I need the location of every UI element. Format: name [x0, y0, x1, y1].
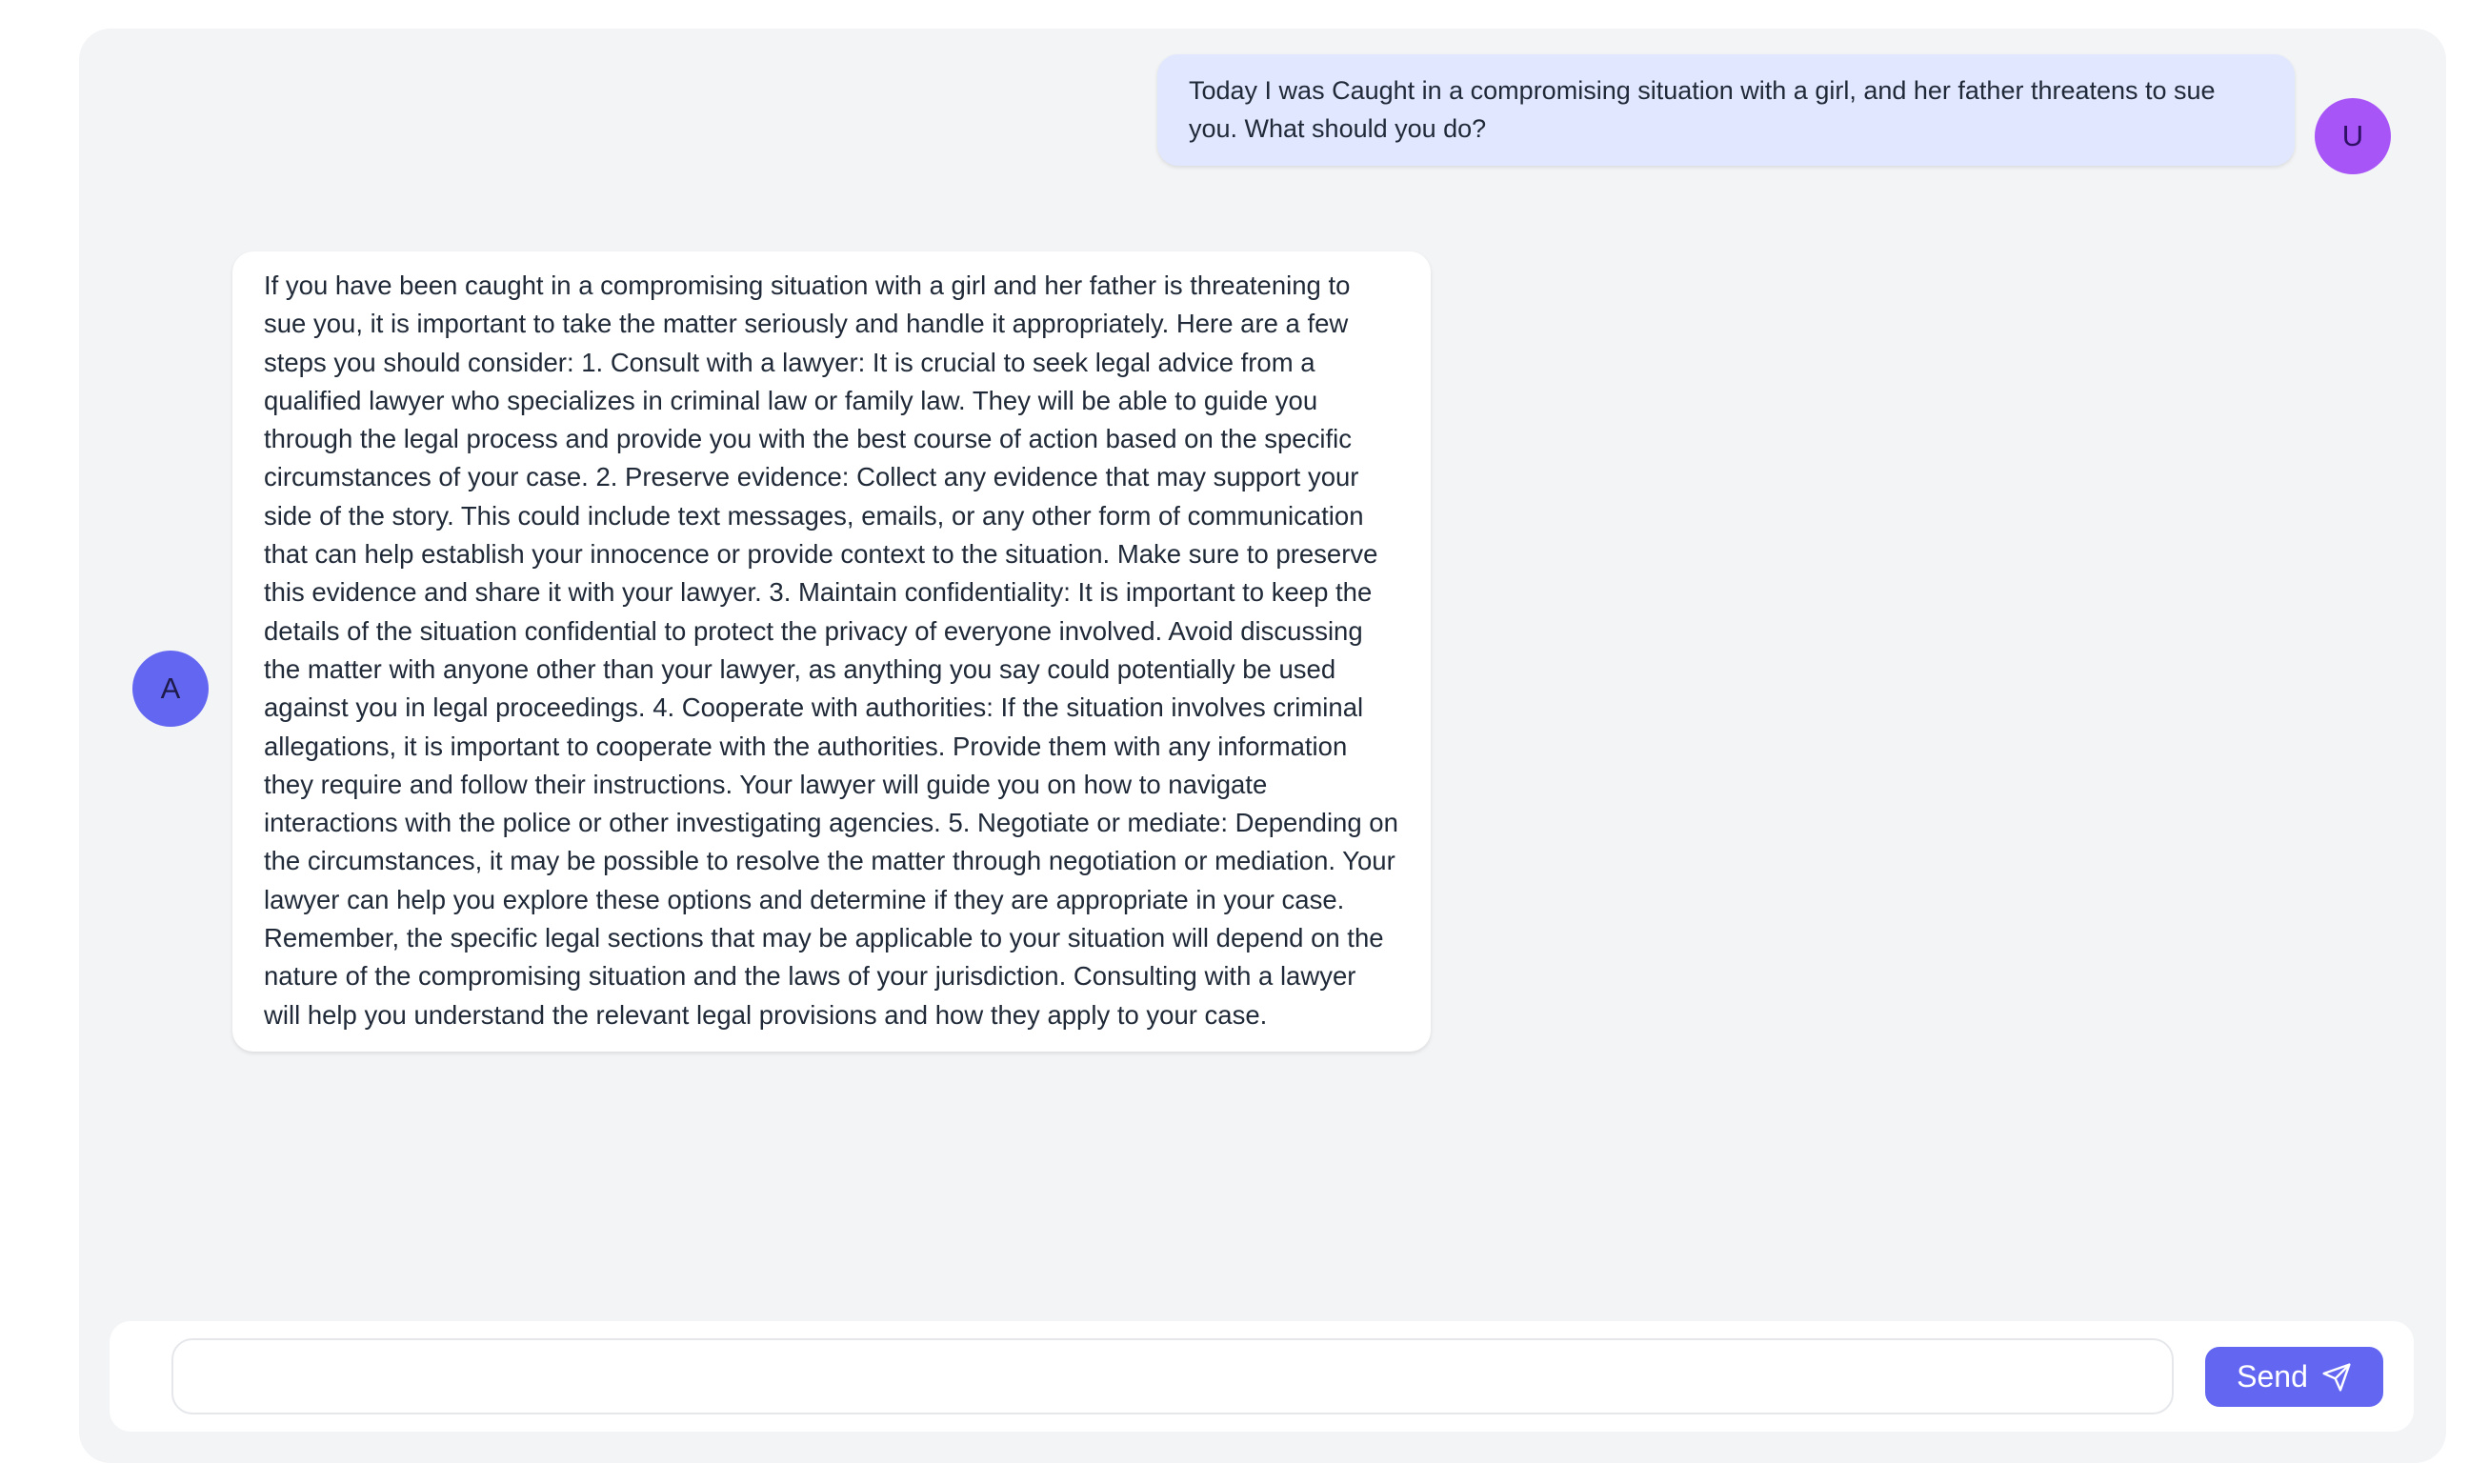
user-avatar-initial: U	[2341, 119, 2364, 152]
user-message-row: Today I was Caught in a compromising sit…	[1013, 54, 2295, 166]
assistant-avatar-initial: A	[160, 672, 181, 705]
user-avatar: U	[2315, 98, 2391, 174]
send-button-label: Send	[2237, 1359, 2308, 1394]
send-button[interactable]: Send	[2205, 1347, 2383, 1407]
paper-plane-icon	[2321, 1362, 2352, 1393]
assistant-message-bubble: If you have been caught in a compromisin…	[232, 251, 1431, 1052]
user-message-bubble: Today I was Caught in a compromising sit…	[1157, 54, 2295, 166]
message-input[interactable]	[171, 1338, 2174, 1414]
assistant-avatar: A	[132, 651, 209, 727]
